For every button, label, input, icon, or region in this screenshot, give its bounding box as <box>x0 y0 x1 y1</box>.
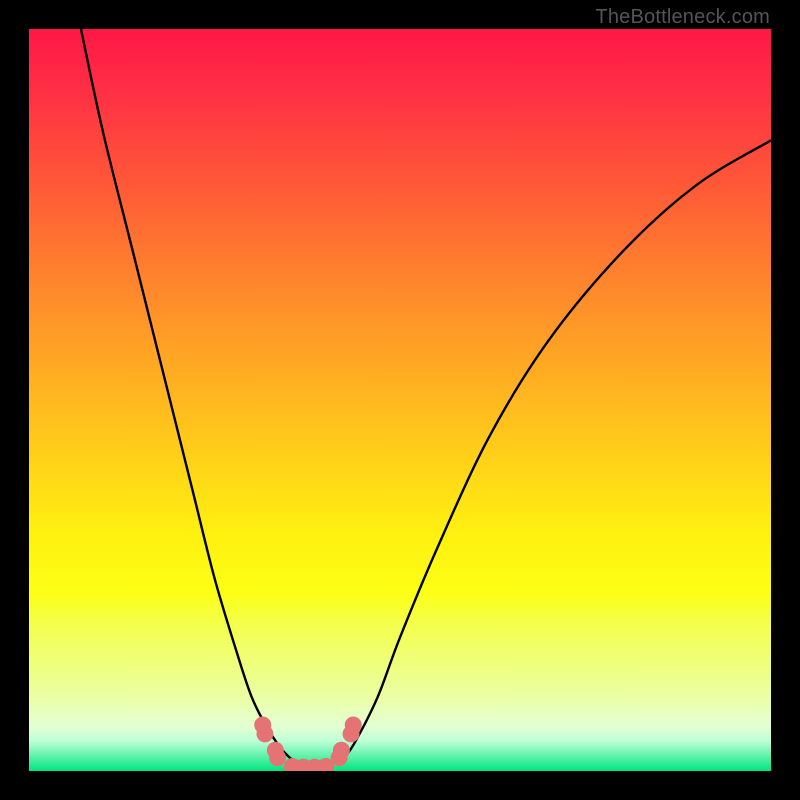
watermark-text: TheBottleneck.com <box>595 6 770 29</box>
right-curve <box>341 140 771 763</box>
marker-dot <box>269 749 286 766</box>
marker-dot <box>345 716 362 733</box>
chart-svg <box>29 29 771 771</box>
bottom-markers <box>254 716 362 771</box>
marker-dot <box>256 725 273 742</box>
left-curve <box>81 29 304 767</box>
marker-dot <box>333 742 350 759</box>
